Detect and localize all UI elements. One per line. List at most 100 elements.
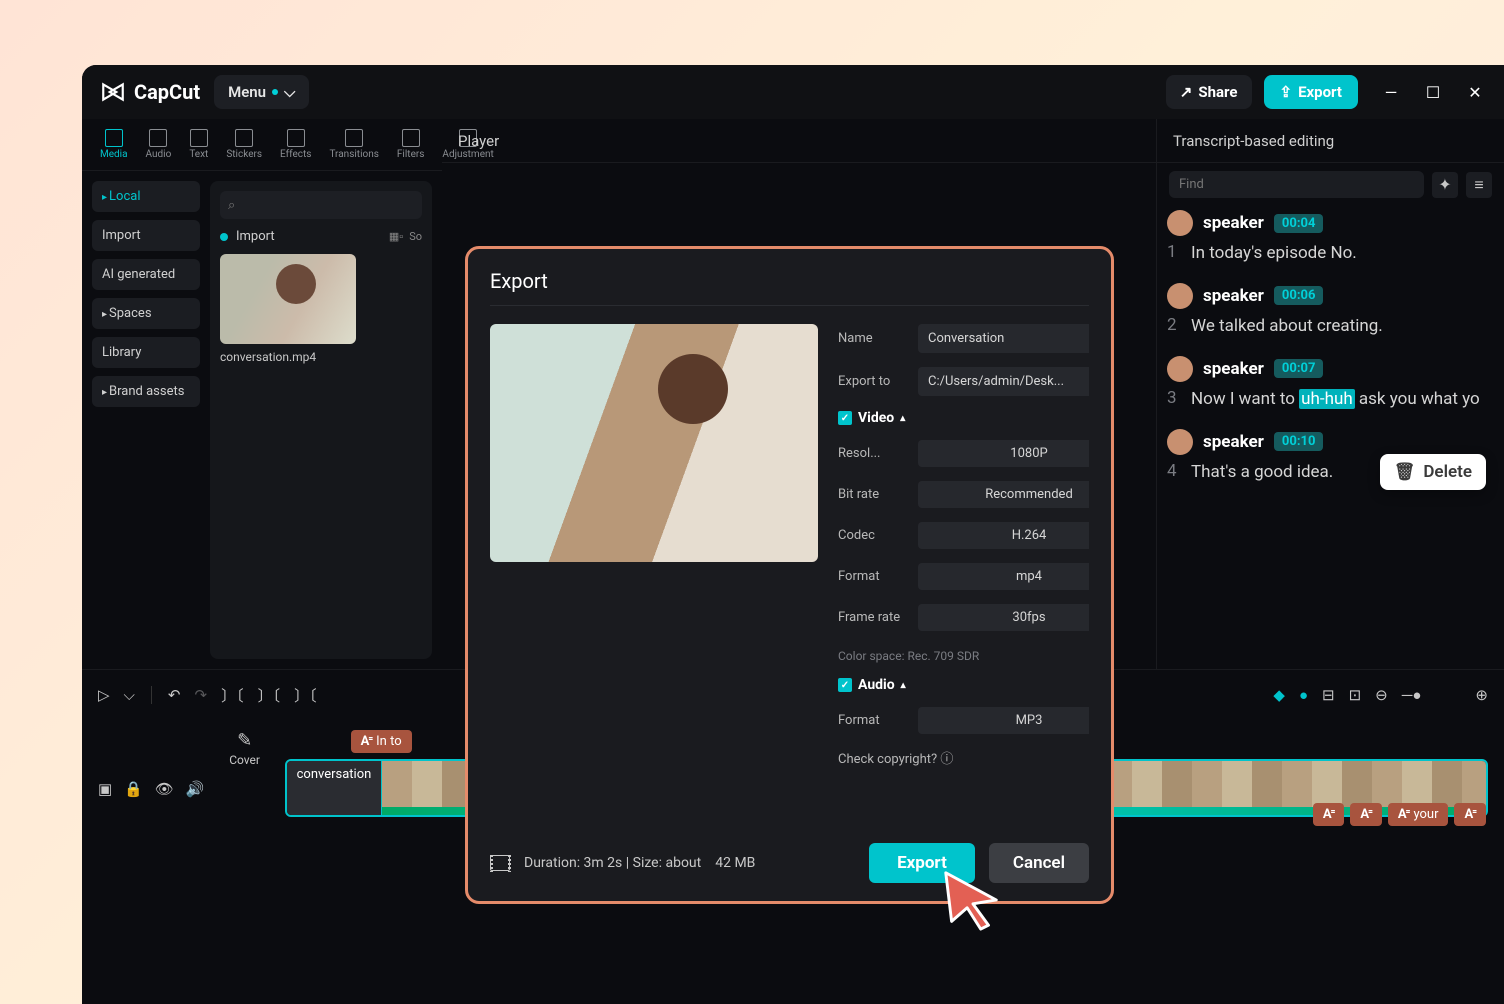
caption-chip[interactable]: A⁼ [1313,803,1345,826]
codec-label: Codec [838,528,908,543]
share-label: Share [1198,83,1237,101]
list-icon[interactable]: ≡ [1466,172,1492,198]
export-button-top[interactable]: ⇪ Export [1264,75,1359,109]
framerate-select[interactable]: 30fps [918,604,1089,631]
zoom-slider[interactable]: ─● [1402,686,1422,704]
tab-media[interactable]: Media [92,125,136,164]
format-select[interactable]: mp4 [918,563,1089,590]
caption-chip[interactable]: A⁼your [1388,803,1449,826]
transcript-text[interactable]: In today's episode No. [1191,242,1494,265]
window-maximize-icon[interactable]: ☐ [1422,81,1444,103]
undo-icon[interactable]: ↶ [168,686,181,704]
share-icon: ↗ [1180,83,1193,101]
ae-icon: A⁼ [1464,807,1476,822]
effects-icon [287,129,305,147]
caption-chip[interactable]: A⁼ [1350,803,1382,826]
status-dot-icon [220,233,228,241]
resolution-label: Resol... [838,446,908,461]
import-label[interactable]: Import [236,229,275,244]
media-sidebar: ▸Local Import AI generated ▸Spaces Libra… [92,181,200,659]
menu-label: Menu [228,83,266,101]
find-input[interactable] [1169,171,1424,198]
copyright-label: Check copyright? ⓘ [838,748,953,767]
window-close-icon[interactable]: ✕ [1464,81,1486,103]
transcript-text[interactable]: We talked about creating. [1191,315,1494,338]
sidebar-item-import[interactable]: Import [92,220,200,251]
tab-effects[interactable]: Effects [272,125,319,164]
tab-text[interactable]: Text [181,125,216,164]
sidebar-item-local[interactable]: ▸Local [92,181,200,212]
speaker-icon[interactable]: 🔊 [186,780,205,798]
tab-audio[interactable]: Audio [138,125,180,164]
bitrate-label: Bit rate [838,487,908,502]
avatar [1167,356,1193,382]
resolution-select[interactable]: 1080P [918,440,1089,467]
sparkle-icon[interactable]: ✦ [1432,172,1458,198]
speaker-name: speaker [1203,286,1264,306]
split-right-icon[interactable]: 〕〔 [294,685,317,706]
split-icon[interactable]: 〕〔 [221,685,244,706]
zoom-out-icon[interactable]: ⊖ [1375,686,1388,704]
media-thumb[interactable]: conversation.mp4 [220,254,356,364]
avatar [1167,429,1193,455]
tool-icon[interactable]: ⊡ [1349,686,1362,704]
bitrate-select[interactable]: Recommended [918,481,1089,508]
size-value: 42 MB [715,855,755,871]
eye-icon[interactable]: 👁 [155,780,174,798]
zoom-in-icon[interactable]: ⊕ [1475,686,1488,704]
sort-label[interactable]: So [409,230,422,243]
tab-stickers[interactable]: Stickers [218,125,270,164]
transcript-block[interactable]: speaker00:07 3Now I want to uh-huh ask y… [1167,356,1494,411]
caption-chip[interactable]: A⁼In to [351,730,412,753]
tab-transitions[interactable]: Transitions [321,125,386,164]
caret-up-icon: ▴ [900,413,905,424]
codec-select[interactable]: H.264 [918,522,1089,549]
name-input[interactable] [918,324,1089,353]
chevron-down-icon[interactable]: ⌵ [124,686,135,704]
audio-format-select[interactable]: MP3 [918,707,1089,734]
media-search-input[interactable]: ⌕ [220,191,422,219]
ae-icon: A⁼ [1323,807,1335,822]
exportto-input[interactable] [918,367,1089,396]
transcript-block[interactable]: speaker00:06 2We talked about creating. [1167,283,1494,338]
audio-section-header[interactable]: ✓Audio▴ [838,677,1089,693]
tool-icon[interactable]: ⊟ [1322,686,1335,704]
tool-icon[interactable]: ◆ [1273,686,1285,704]
chevron-down-icon: ⌵ [284,83,295,101]
redo-icon[interactable]: ↷ [195,686,208,704]
highlighted-text[interactable]: uh-huh [1299,389,1355,409]
transcript-block[interactable]: speaker00:04 1In today's episode No. [1167,210,1494,265]
pointer-tool-icon[interactable]: ▷ [98,686,110,704]
grid-view-icon[interactable]: ▦▫ [389,230,403,243]
tool-icon[interactable]: ● [1299,686,1308,704]
timestamp-badge: 00:04 [1274,214,1324,233]
share-button[interactable]: ↗ Share [1166,75,1252,109]
capcut-logo-icon [100,79,126,105]
sidebar-item-ai[interactable]: AI generated [92,259,200,290]
sidebar-item-spaces[interactable]: ▸Spaces [92,298,200,329]
caret-up-icon: ▴ [901,680,906,691]
trash-icon: 🗑 [1394,462,1416,482]
cover-button[interactable]: ✎ Cover [215,730,275,767]
video-section-header[interactable]: ✓Video▴ [838,410,1089,426]
timestamp-badge: 00:07 [1274,359,1324,378]
transcript-text[interactable]: Now I want to uh-huh ask you what yo [1191,388,1494,411]
checkbox-icon[interactable]: ✓ [838,411,852,425]
audio-format-label: Format [838,713,908,728]
tab-filters[interactable]: Filters [389,125,433,164]
lock-icon[interactable]: 🔒 [124,780,143,798]
sidebar-item-library[interactable]: Library [92,337,200,368]
delete-popover[interactable]: 🗑 Delete [1380,454,1486,490]
tool-tabs: Media Audio Text Stickers Effects Transi… [82,119,442,171]
caption-chip[interactable]: A⁼ [1454,803,1486,826]
play-icon[interactable]: ▣ [98,780,112,798]
color-space-note: Color space: Rec. 709 SDR [838,649,1089,663]
split-left-icon[interactable]: 〕〔 [258,685,281,706]
menu-button[interactable]: Menu ⌵ [214,75,309,109]
sidebar-item-brand[interactable]: ▸Brand assets [92,376,200,407]
framerate-label: Frame rate [838,610,908,625]
checkbox-icon[interactable]: ✓ [838,678,852,692]
window-minimize-icon[interactable]: — [1380,81,1402,103]
speaker-name: speaker [1203,432,1264,452]
titlebar: CapCut Menu ⌵ ↗ Share ⇪ Export — ☐ ✕ [82,65,1504,119]
